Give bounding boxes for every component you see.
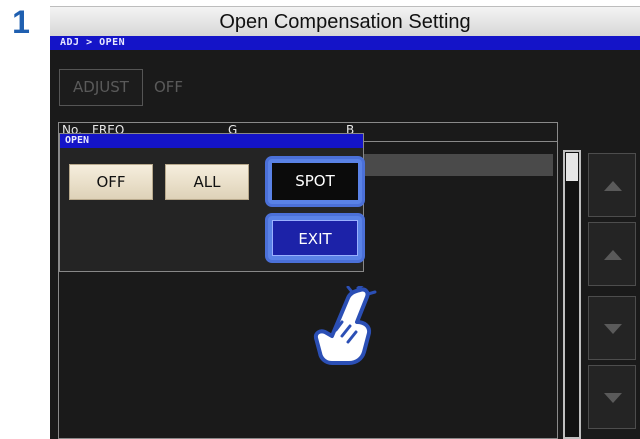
scrollbar[interactable] [563, 150, 581, 439]
exit-button[interactable]: EXIT [265, 213, 365, 263]
device-screen: ADJ > OPEN ADJUST OFF No. FREQ G B OPEN … [50, 36, 640, 439]
line-down-button[interactable] [588, 296, 636, 360]
table-row-selected[interactable] [350, 154, 553, 176]
triangle-down-icon [604, 324, 622, 334]
adjust-button[interactable]: ADJUST [59, 69, 143, 106]
tap-finger-icon [313, 286, 377, 365]
open-popup: OPEN OFF ALL SPOT EXIT [59, 133, 365, 272]
spot-option-button[interactable]: SPOT [265, 156, 365, 207]
step-heading: Open Compensation Setting [50, 6, 640, 36]
popup-title: OPEN [60, 134, 363, 148]
screen-title-bar: ADJ > OPEN [50, 36, 640, 50]
breadcrumb: ADJ > OPEN [60, 37, 126, 48]
page-up-button[interactable] [588, 153, 636, 217]
line-up-button[interactable] [588, 222, 636, 286]
scrollbar-thumb[interactable] [566, 153, 578, 181]
triangle-down-icon [604, 393, 622, 403]
step-number: 1 [12, 4, 30, 40]
adjust-state: OFF [154, 78, 184, 96]
all-option-button[interactable]: ALL [165, 164, 249, 200]
exit-button-label: EXIT [272, 220, 358, 256]
triangle-up-icon [604, 181, 622, 191]
spot-option-label: SPOT [272, 163, 358, 200]
step-title: Open Compensation Setting [219, 11, 471, 33]
page-down-button[interactable] [588, 365, 636, 429]
off-option-button[interactable]: OFF [69, 164, 153, 200]
triangle-up-icon [604, 250, 622, 260]
